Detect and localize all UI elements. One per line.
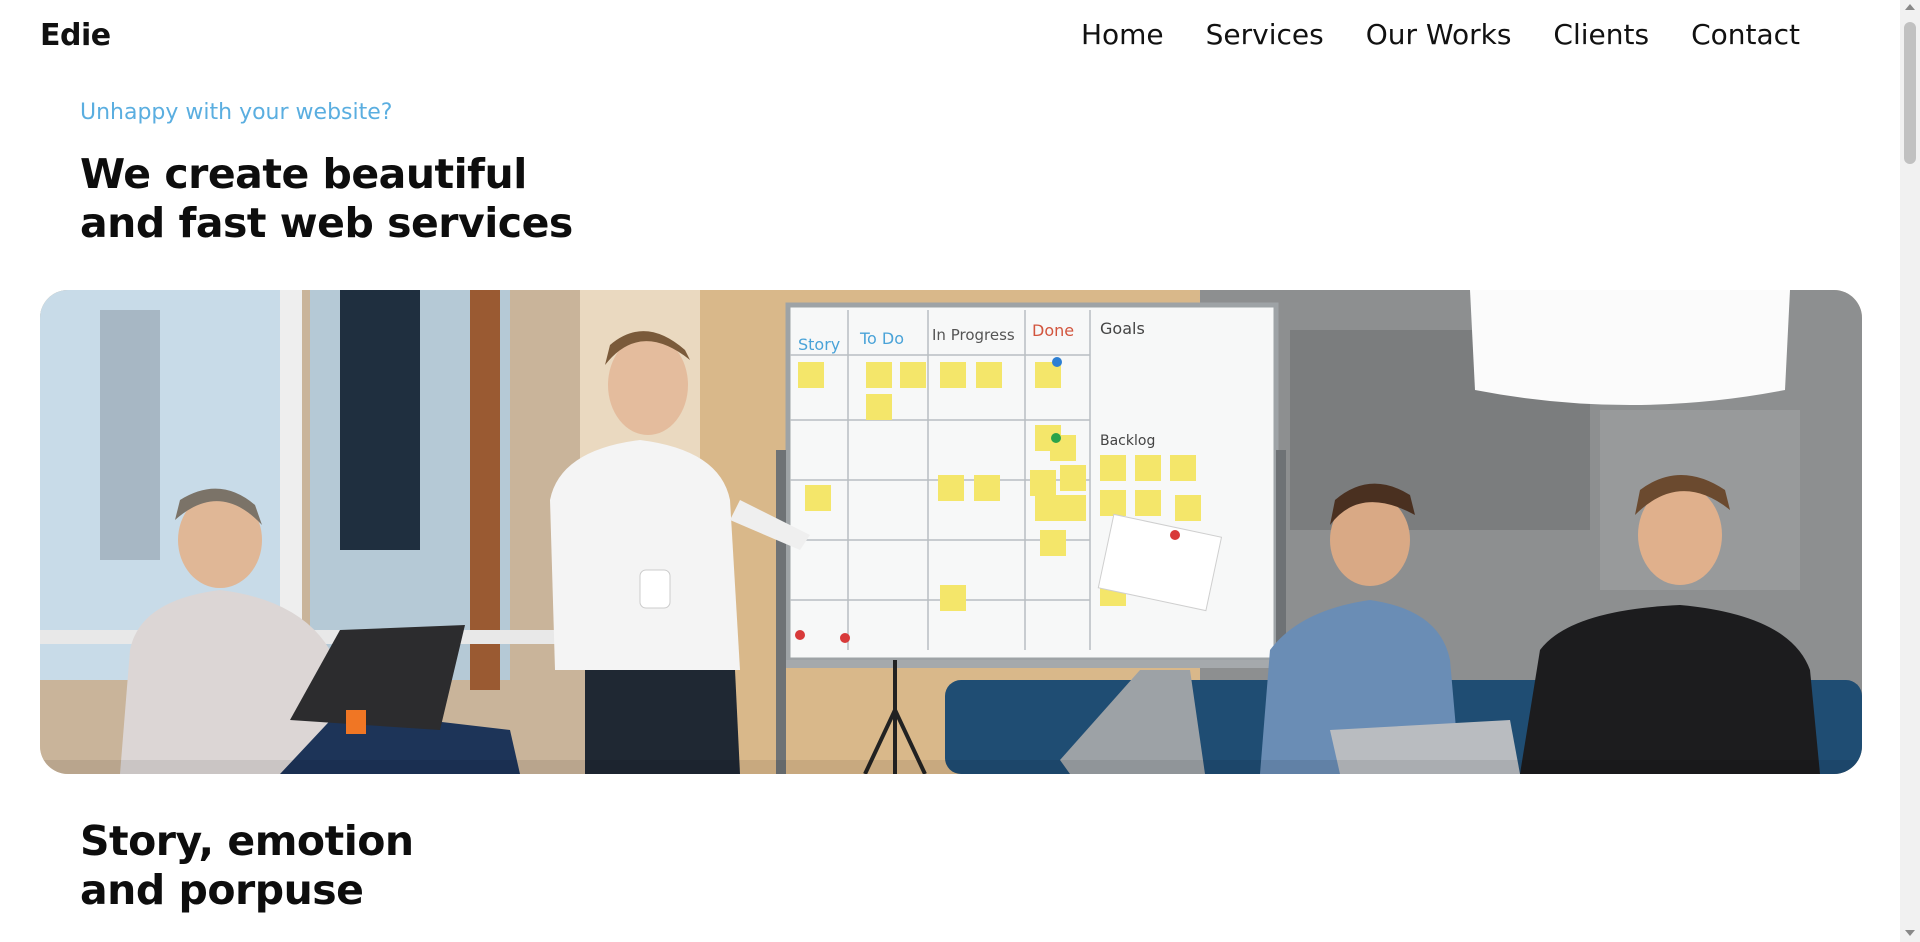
scroll-down-arrow-icon[interactable]: [1905, 930, 1915, 936]
pendant-lamp: [1470, 290, 1790, 405]
section-title-line-2: and porpuse: [80, 866, 364, 914]
nav-services-link[interactable]: Services: [1206, 18, 1324, 51]
whiteboard-col-goals: Goals: [1100, 319, 1145, 338]
laptop-sticker: [346, 710, 366, 734]
nav-clients-link[interactable]: Clients: [1553, 18, 1649, 51]
nav-contact-link[interactable]: Contact: [1691, 18, 1800, 51]
nav-our-works-link[interactable]: Our Works: [1366, 18, 1512, 51]
scroll-thumb[interactable]: [1904, 22, 1916, 164]
whiteboard-col-done: Done: [1032, 321, 1074, 340]
presenter-shirt: [550, 440, 740, 670]
hero-headline: We create beautiful and fast web service…: [80, 150, 573, 248]
section-title: Story, emotion and porpuse: [80, 817, 414, 915]
whiteboard-col-story: Story: [798, 335, 840, 354]
whiteboard-tray: [786, 660, 1276, 668]
person-right2-shirt: [1520, 605, 1820, 774]
brand-logo[interactable]: Edie: [40, 18, 111, 53]
hero-headline-line-1: We create beautiful: [80, 150, 527, 198]
hero-eyebrow: Unhappy with your website?: [80, 100, 393, 125]
main-nav: Home Services Our Works Clients Contact: [1081, 18, 1800, 51]
window-building: [100, 310, 160, 560]
hero-headline-line-2: and fast web services: [80, 199, 573, 247]
whiteboard-col-in-progress: In Progress: [932, 326, 1015, 344]
whiteboard-stand-left: [776, 450, 786, 774]
magnet-red-2: [795, 630, 805, 640]
magnet-blue: [1052, 357, 1062, 367]
scroll-up-arrow-icon[interactable]: [1905, 4, 1915, 10]
magnet-red-3: [840, 633, 850, 643]
floor-shadow: [40, 760, 1862, 774]
whiteboard-backlog: Backlog: [1100, 433, 1155, 449]
site-header: Edie Home Services Our Works Clients Con…: [0, 0, 1900, 76]
magnet-red: [1170, 530, 1180, 540]
magnet-green: [1051, 433, 1061, 443]
section-title-line-1: Story, emotion: [80, 817, 414, 865]
coffee-mug: [639, 569, 671, 609]
presenter-pants: [585, 670, 740, 774]
hero-photo-illustration: Story To Do In Progress Done Goals Backl…: [40, 290, 1862, 774]
page-scrollbar[interactable]: [1900, 0, 1920, 942]
whiteboard-col-todo: To Do: [859, 329, 904, 348]
hanging-banner: [340, 290, 420, 550]
hero-image: Story To Do In Progress Done Goals Backl…: [40, 290, 1862, 774]
nav-home-link[interactable]: Home: [1081, 18, 1164, 51]
